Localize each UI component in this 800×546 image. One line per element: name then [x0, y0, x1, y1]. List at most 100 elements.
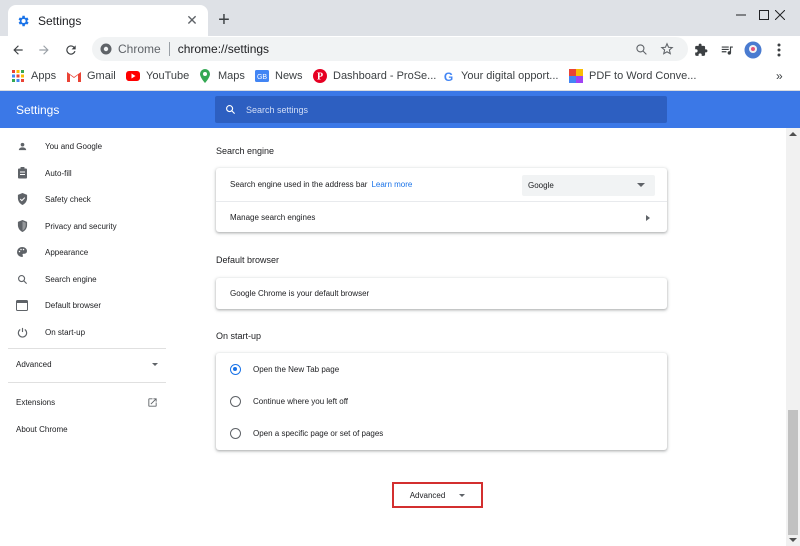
- chevron-down-icon: [459, 493, 466, 497]
- startup-option-continue[interactable]: Continue where you left off: [216, 385, 667, 417]
- settings-search-box[interactable]: [215, 96, 667, 123]
- learn-more-link[interactable]: Learn more: [371, 180, 412, 189]
- sidebar-item-advanced[interactable]: Advanced: [16, 356, 158, 372]
- gmail-icon: [67, 69, 81, 83]
- default-browser-row: Google Chrome is your default browser: [216, 278, 667, 309]
- extensions-puzzle-icon[interactable]: [692, 41, 710, 59]
- scroll-down-arrow-icon[interactable]: [789, 538, 797, 542]
- bookmark-gmail[interactable]: Gmail: [67, 69, 116, 83]
- sidebar-item-label: Auto-fill: [45, 168, 72, 178]
- sidebar-item-on-startup[interactable]: On start-up: [16, 324, 85, 340]
- radio-button-selected[interactable]: [230, 363, 241, 375]
- bookmark-label: Maps: [218, 70, 245, 82]
- sidebar-item-label: Privacy and security: [45, 221, 117, 231]
- forward-button[interactable]: [33, 39, 55, 61]
- search-engine-dropdown[interactable]: Google: [522, 175, 655, 196]
- tab-strip: Settings ✕ +: [0, 0, 800, 36]
- youtube-icon: [126, 69, 140, 83]
- bookmark-label: Dashboard - ProSe...: [333, 70, 437, 82]
- reload-button[interactable]: [60, 39, 82, 61]
- bookmark-label: Apps: [31, 70, 57, 82]
- search-icon: [16, 273, 28, 285]
- bookmarks-overflow-button[interactable]: »: [776, 69, 783, 83]
- startup-option-specific-pages[interactable]: Open a specific page or set of pages: [216, 417, 667, 449]
- bookmark-star-icon[interactable]: [659, 41, 675, 57]
- radio-button[interactable]: [230, 395, 241, 407]
- bookmark-pdf-to-word[interactable]: PDF to Word Conve...: [569, 69, 696, 83]
- media-control-icon[interactable]: [718, 41, 736, 59]
- bookmark-digital-opportunities[interactable]: G Your digital opport...: [441, 69, 558, 83]
- sidebar-item-default-browser[interactable]: Default browser: [16, 297, 101, 313]
- sidebar-item-label: Safety check: [45, 194, 91, 204]
- sidebar-item-label: Default browser: [45, 300, 102, 310]
- new-tab-button[interactable]: +: [214, 9, 234, 31]
- bookmark-label: Gmail: [87, 70, 116, 82]
- sidebar-item-appearance[interactable]: Appearance: [16, 244, 88, 260]
- search-icon: [225, 104, 236, 115]
- svg-text:G: G: [443, 70, 452, 83]
- sidebar-item-label: About Chrome: [16, 424, 68, 434]
- close-window-button[interactable]: [757, 0, 800, 30]
- chevron-down-icon: [152, 362, 158, 366]
- svg-text:GB: GB: [257, 74, 267, 81]
- browser-toolbar: Chrome chrome://settings: [0, 36, 800, 63]
- svg-text:P: P: [317, 72, 323, 83]
- power-icon: [16, 326, 28, 338]
- manage-search-engines-row[interactable]: Manage search engines: [216, 202, 667, 232]
- scroll-up-arrow-icon[interactable]: [789, 132, 797, 136]
- reload-icon: [66, 45, 76, 55]
- default-browser-status: Google Chrome is your default browser: [230, 289, 370, 298]
- pinterest-icon: P: [313, 69, 327, 83]
- radio-button[interactable]: [230, 427, 241, 439]
- settings-header: Settings: [0, 91, 800, 128]
- sidebar-divider: [8, 382, 166, 383]
- sidebar-item-extensions[interactable]: Extensions: [16, 394, 158, 410]
- startup-option-label: Continue where you left off: [253, 396, 349, 406]
- sidebar-item-label: Search engine: [45, 274, 97, 284]
- bookmark-label: Your digital opport...: [461, 70, 559, 82]
- section-title-search-engine: Search engine: [216, 146, 275, 156]
- startup-option-new-tab[interactable]: Open the New Tab page: [216, 353, 667, 385]
- bookmark-maps[interactable]: Maps: [198, 69, 245, 83]
- profile-avatar[interactable]: [744, 41, 762, 59]
- news-icon: GB: [255, 69, 269, 83]
- sidebar-item-you-and-google[interactable]: You and Google: [16, 138, 102, 154]
- startup-option-label: Open a specific page or set of pages: [253, 428, 384, 438]
- apps-grid-icon: [11, 69, 25, 83]
- more-menu-icon[interactable]: [770, 41, 788, 59]
- settings-sidebar: You and Google Auto-fill Safety check Pr…: [0, 128, 168, 546]
- search-engine-card: Search engine used in the address bar Le…: [216, 168, 667, 232]
- person-icon: [16, 140, 28, 152]
- startup-card: Open the New Tab page Continue where you…: [216, 353, 667, 450]
- clipboard-icon: [16, 167, 28, 179]
- sidebar-divider: [8, 348, 166, 349]
- sidebar-item-label: Extensions: [16, 397, 56, 407]
- search-input[interactable]: [246, 104, 626, 115]
- bookmark-apps[interactable]: Apps: [11, 69, 56, 83]
- close-tab-icon[interactable]: ✕: [184, 12, 200, 29]
- zoom-search-icon[interactable]: [633, 41, 649, 57]
- sidebar-item-label: On start-up: [45, 327, 86, 337]
- sidebar-item-safety-check[interactable]: Safety check: [16, 191, 91, 207]
- bookmark-dashboard[interactable]: P Dashboard - ProSe...: [313, 69, 436, 83]
- open-external-icon: [147, 397, 158, 408]
- bookmark-youtube[interactable]: YouTube: [126, 69, 189, 83]
- sidebar-item-auto-fill[interactable]: Auto-fill: [16, 165, 72, 181]
- address-bar[interactable]: Chrome chrome://settings: [92, 37, 688, 61]
- omnibox-url: chrome://settings: [177, 42, 270, 56]
- back-arrow-icon: [13, 45, 23, 55]
- page-scrollbar[interactable]: [786, 128, 800, 546]
- sidebar-item-privacy-security[interactable]: Privacy and security: [16, 218, 117, 234]
- bookmark-news[interactable]: GB News: [255, 69, 303, 83]
- shield-lock-icon: [16, 220, 28, 232]
- bookmark-label: News: [275, 70, 303, 82]
- sidebar-item-about-chrome[interactable]: About Chrome: [16, 421, 68, 437]
- advanced-button[interactable]: Advanced: [392, 482, 483, 508]
- chevron-right-icon: [646, 215, 650, 221]
- sidebar-item-search-engine[interactable]: Search engine: [16, 271, 97, 287]
- tab-settings[interactable]: Settings ✕: [8, 5, 208, 36]
- back-button[interactable]: [7, 39, 29, 61]
- scrollbar-thumb[interactable]: [788, 410, 798, 535]
- maps-icon: [198, 69, 212, 83]
- palette-icon: [16, 246, 28, 258]
